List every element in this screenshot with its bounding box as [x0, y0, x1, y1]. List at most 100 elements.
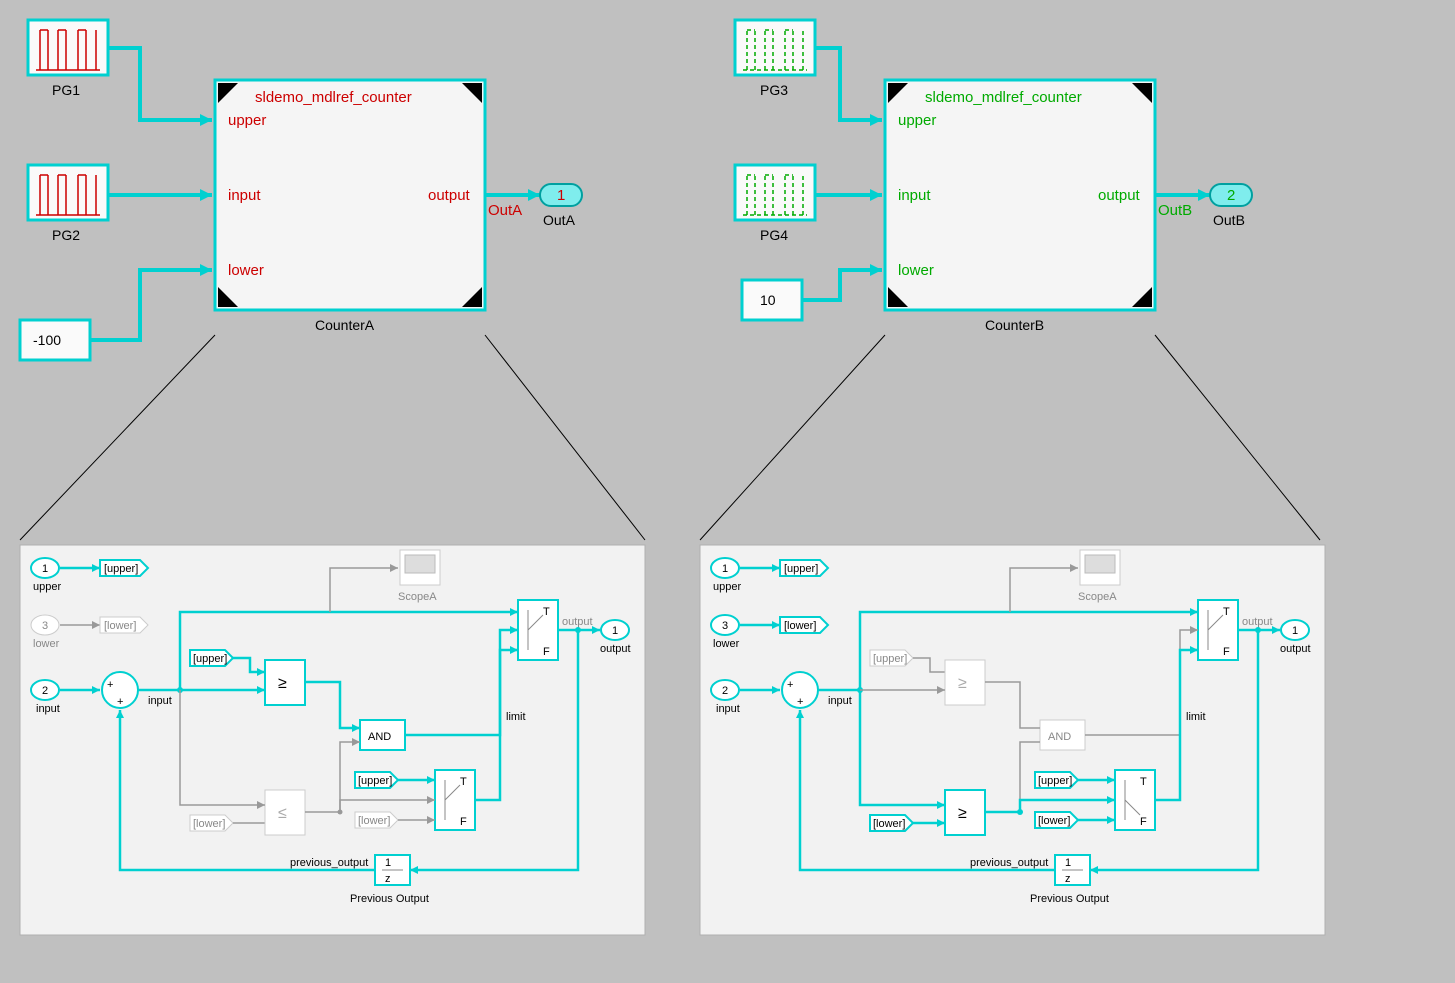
svg-text:[lower]: [lower] — [1038, 815, 1070, 827]
counterB-title: sldemo_mdlref_counter — [925, 89, 1082, 106]
svg-text:T: T — [543, 606, 550, 618]
pg1-block[interactable] — [28, 20, 108, 75]
svg-text:1: 1 — [1292, 625, 1298, 637]
pg1-label: PG1 — [52, 82, 80, 98]
svg-text:F: F — [1140, 816, 1147, 828]
svg-text:≥: ≥ — [958, 675, 967, 692]
wire-const-left — [90, 270, 212, 340]
right-model: PG3 PG4 10 sld — [735, 20, 1252, 333]
wire-pg3 — [815, 48, 882, 120]
svg-text:+: + — [117, 696, 123, 708]
pg3-label: PG3 — [760, 82, 788, 98]
svg-text:output: output — [600, 643, 631, 655]
svg-text:[upper]: [upper] — [1038, 775, 1072, 787]
svg-text:[lower]: [lower] — [193, 818, 225, 830]
svg-text:+: + — [107, 679, 113, 691]
subL-inner-switch[interactable] — [435, 770, 475, 830]
counterB-port-input: input — [898, 187, 931, 204]
svg-text:[lower]: [lower] — [104, 620, 136, 632]
svg-text:2: 2 — [42, 685, 48, 697]
svg-text:T: T — [1140, 776, 1147, 788]
svg-text:lower: lower — [33, 638, 60, 650]
outA-num: 1 — [557, 187, 565, 204]
counterA-label: CounterA — [315, 317, 375, 333]
svg-text:input: input — [36, 703, 60, 715]
svg-text:output: output — [562, 616, 593, 628]
svg-text:z: z — [1065, 873, 1071, 885]
svg-text:[upper]: [upper] — [104, 563, 138, 575]
svg-text:+: + — [797, 696, 803, 708]
proj-line — [485, 335, 645, 540]
svg-text:input: input — [828, 695, 852, 707]
left-model: PG1 PG2 -100 s — [20, 20, 582, 360]
svg-text:ScopeA: ScopeA — [1078, 591, 1117, 603]
pg4-label: PG4 — [760, 227, 788, 243]
svg-text:≤: ≤ — [278, 805, 287, 822]
svg-text:Previous Output: Previous Output — [350, 893, 429, 905]
outB-signal: OutB — [1158, 202, 1192, 219]
svg-text:1: 1 — [722, 563, 728, 575]
svg-text:Previous Output: Previous Output — [1030, 893, 1109, 905]
svg-text:previous_output: previous_output — [970, 857, 1048, 869]
subL-outer-switch[interactable] — [518, 600, 558, 660]
svg-text:output: output — [1242, 616, 1273, 628]
svg-text:2: 2 — [722, 685, 728, 697]
const-right-value: 10 — [760, 292, 776, 308]
subR-outer-switch[interactable] — [1198, 600, 1238, 660]
svg-text:F: F — [1223, 646, 1230, 658]
counterB-port-lower: lower — [898, 262, 934, 279]
counterA-port-output: output — [428, 187, 471, 204]
svg-text:limit: limit — [1186, 711, 1206, 723]
svg-text:lower: lower — [713, 638, 740, 650]
svg-text:≥: ≥ — [958, 805, 967, 822]
simulink-diagram: PG1 PG2 -100 s — [0, 0, 1455, 983]
svg-text:input: input — [716, 703, 740, 715]
svg-text:[upper]: [upper] — [784, 563, 818, 575]
svg-text:output: output — [1280, 643, 1311, 655]
wire-pg1 — [108, 48, 212, 120]
svg-text:1: 1 — [612, 625, 618, 637]
svg-text:≥: ≥ — [278, 675, 287, 692]
svg-text:3: 3 — [42, 620, 48, 632]
const-left-value: -100 — [33, 332, 61, 348]
svg-text:T: T — [1223, 606, 1230, 618]
pg4-block[interactable] — [735, 165, 815, 220]
counterA-port-upper: upper — [228, 112, 266, 129]
svg-text:upper: upper — [713, 581, 741, 593]
counterA-port-lower: lower — [228, 262, 264, 279]
svg-text:input: input — [148, 695, 172, 707]
counterB-label: CounterB — [985, 317, 1044, 333]
counterB-port-upper: upper — [898, 112, 936, 129]
svg-text:3: 3 — [722, 620, 728, 632]
svg-text:limit: limit — [506, 711, 526, 723]
pg2-label: PG2 — [52, 227, 80, 243]
svg-text:[upper]: [upper] — [873, 653, 907, 665]
counterA-port-input: input — [228, 187, 261, 204]
counterB-port-output: output — [1098, 187, 1141, 204]
svg-text:[lower]: [lower] — [358, 815, 390, 827]
svg-text:ScopeA: ScopeA — [398, 591, 437, 603]
pg3-block[interactable] — [735, 20, 815, 75]
pg2-block[interactable] — [28, 165, 108, 220]
proj-line — [20, 335, 215, 540]
outB-label: OutB — [1213, 212, 1245, 228]
subR-inner-switch[interactable] — [1115, 770, 1155, 830]
svg-text:[upper]: [upper] — [358, 775, 392, 787]
svg-text:F: F — [543, 646, 550, 658]
svg-text:[lower]: [lower] — [873, 818, 905, 830]
svg-text:AND: AND — [368, 731, 391, 743]
svg-text:+: + — [787, 679, 793, 691]
svg-text:[upper]: [upper] — [193, 653, 227, 665]
counterA-title: sldemo_mdlref_counter — [255, 89, 412, 106]
svg-text:1: 1 — [42, 563, 48, 575]
svg-text:upper: upper — [33, 581, 61, 593]
proj-line — [1155, 335, 1320, 540]
svg-text:[lower]: [lower] — [784, 620, 816, 632]
outB-num: 2 — [1227, 187, 1235, 204]
subsystem-left: 1 upper [upper] 3 lower [lower] 2 input … — [20, 545, 645, 935]
proj-line — [700, 335, 885, 540]
svg-text:z: z — [385, 873, 391, 885]
svg-text:AND: AND — [1048, 731, 1071, 743]
svg-text:1: 1 — [1065, 857, 1071, 869]
outA-signal: OutA — [488, 202, 522, 219]
